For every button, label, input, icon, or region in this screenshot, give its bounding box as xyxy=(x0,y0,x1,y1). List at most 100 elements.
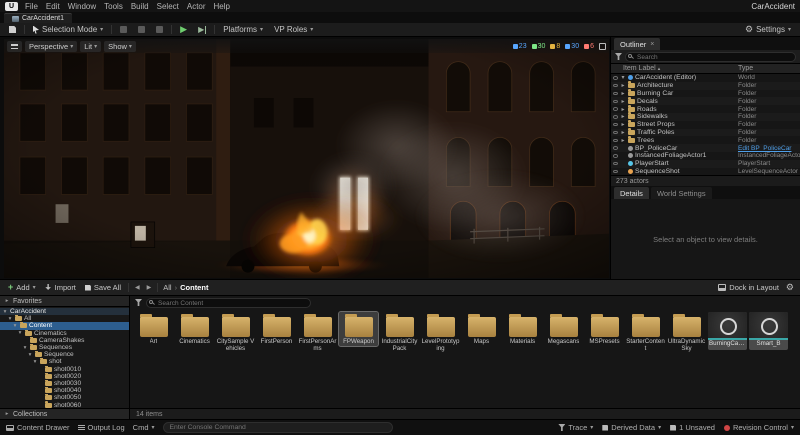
menu-item-edit[interactable]: Edit xyxy=(44,2,62,11)
folder-industrialcitypack[interactable]: IndustrialCityPack xyxy=(380,312,419,353)
folder-materials[interactable]: Materials xyxy=(503,312,542,346)
tree-item-shot0030[interactable]: shot0030 xyxy=(0,380,129,387)
content-drawer-button[interactable]: Content Drawer xyxy=(6,423,70,432)
viewport-options-button[interactable] xyxy=(7,41,22,52)
visibility-eye-icon[interactable] xyxy=(613,115,618,119)
visibility-eye-icon[interactable] xyxy=(613,146,618,150)
dock-in-layout-button[interactable]: Dock in Layout xyxy=(716,283,781,292)
visibility-eye-icon[interactable] xyxy=(613,131,618,135)
edit-blueprint-link[interactable]: Edit BP_PoliceCar xyxy=(738,145,800,152)
folder-levelprototyping[interactable]: LevelPrototyping xyxy=(421,312,460,353)
folder-maps[interactable]: Maps xyxy=(462,312,501,346)
folder-firstperson[interactable]: FirstPerson xyxy=(257,312,296,346)
outliner-row[interactable]: ▸TreesFolder xyxy=(611,136,800,144)
visibility-eye-icon[interactable] xyxy=(613,139,618,143)
outliner-row[interactable]: ▾CarAccident (Editor)World xyxy=(611,74,800,82)
outliner-row[interactable]: ▸SidewalksFolder xyxy=(611,113,800,121)
tree-item-shot0040[interactable]: shot0040 xyxy=(0,387,129,394)
tab-outliner[interactable]: Outliner × xyxy=(614,38,660,50)
visibility-eye-icon[interactable] xyxy=(613,162,618,166)
vp-roles-dropdown[interactable]: VP Roles ▾ xyxy=(271,24,316,35)
tab-level-caraccident1[interactable]: CarAccident1 xyxy=(4,13,72,23)
settings-dropdown[interactable]: ⚙ Settings ▾ xyxy=(742,24,794,35)
folder-firstpersonarms[interactable]: FirstPersonArms xyxy=(298,312,337,353)
cmd-dropdown[interactable]: Cmd▾ xyxy=(133,423,155,432)
tree-item-camerashakes[interactable]: CameraShakes xyxy=(0,337,129,344)
close-icon[interactable]: × xyxy=(650,41,654,48)
menu-item-file[interactable]: File xyxy=(23,2,40,11)
level-viewport[interactable]: Perspective▾ Lit▾ Show▾ 23308306 xyxy=(4,39,609,278)
favorites-section[interactable]: ▸Favorites xyxy=(0,296,129,307)
outliner-row[interactable]: ▸Traffic PolesFolder xyxy=(611,129,800,137)
outliner-row[interactable]: InstancedFoliageActor1InstancedFoliageAc… xyxy=(611,152,800,160)
skip-button[interactable]: ▶ xyxy=(195,24,209,35)
tree-item-shot0050[interactable]: shot0050 xyxy=(0,394,129,401)
tab-details[interactable]: Details xyxy=(614,187,649,199)
derived-data-dropdown[interactable]: Derived Data▾ xyxy=(602,423,661,432)
platforms-dropdown[interactable]: Platforms ▾ xyxy=(220,24,266,35)
folder-startercontent[interactable]: StarterContent xyxy=(626,312,665,353)
asset-smart-b[interactable]: Smart_B xyxy=(749,312,788,350)
tree-item-sequence[interactable]: ▾Sequence xyxy=(0,351,129,358)
unsaved-indicator[interactable]: 1 Unsaved xyxy=(670,423,715,432)
save-all-button[interactable]: Save All xyxy=(83,283,123,292)
folder-fpweapon[interactable]: FPWeapon xyxy=(339,312,378,346)
outliner-row[interactable]: PlayerStartPlayerStart xyxy=(611,160,800,168)
menu-item-actor[interactable]: Actor xyxy=(185,2,208,11)
perspective-dropdown[interactable]: Perspective▾ xyxy=(25,41,77,52)
menu-item-help[interactable]: Help xyxy=(212,2,232,11)
visibility-eye-icon[interactable] xyxy=(613,107,618,111)
selection-mode-dropdown[interactable]: Selection Mode ▾ xyxy=(30,24,106,35)
show-dropdown[interactable]: Show▾ xyxy=(104,41,136,52)
save-button[interactable] xyxy=(6,24,19,35)
trace-dropdown[interactable]: Trace▾ xyxy=(558,423,593,432)
back-button[interactable]: ◀ xyxy=(134,284,141,291)
outliner-search-input[interactable] xyxy=(625,52,796,62)
visibility-eye-icon[interactable] xyxy=(613,154,618,158)
folder-ultradynamicsky[interactable]: UltraDynamicSky xyxy=(667,312,706,353)
outliner-row[interactable]: ▸Burning CarFolder xyxy=(611,90,800,98)
revision-control-dropdown[interactable]: Revision Control▾ xyxy=(724,423,794,432)
quick-add-button[interactable] xyxy=(117,24,130,35)
visibility-eye-icon[interactable] xyxy=(613,92,618,96)
tab-world-settings[interactable]: World Settings xyxy=(651,187,712,199)
folder-art[interactable]: Art xyxy=(134,312,173,346)
play-button[interactable]: ▶ xyxy=(177,24,190,35)
visibility-eye-icon[interactable] xyxy=(613,123,618,127)
menu-item-tools[interactable]: Tools xyxy=(102,2,125,11)
unreal-logo-icon[interactable]: U xyxy=(5,2,18,11)
visibility-eye-icon[interactable] xyxy=(613,170,618,174)
outliner-column-header[interactable]: Item Label▴ Type xyxy=(611,63,800,74)
import-button[interactable]: Import xyxy=(43,283,78,292)
visibility-eye-icon[interactable] xyxy=(613,84,618,88)
tree-item-content[interactable]: ▾Content xyxy=(0,322,129,329)
menu-item-window[interactable]: Window xyxy=(66,2,98,11)
forward-button[interactable]: ▶ xyxy=(146,284,153,291)
maximize-viewport-icon[interactable] xyxy=(599,43,606,50)
tree-item-sequences[interactable]: ▾Sequences xyxy=(0,344,129,351)
outliner-row[interactable]: BP_PoliceCarEdit BP_PoliceCar xyxy=(611,144,800,152)
folder-mspresets[interactable]: MSPresets xyxy=(585,312,624,346)
outliner-row[interactable]: ▸DecalsFolder xyxy=(611,97,800,105)
cinematics-button[interactable] xyxy=(153,24,166,35)
menu-item-select[interactable]: Select xyxy=(155,2,181,11)
outliner-row[interactable]: SequenceShotLevelSequenceActor xyxy=(611,168,800,176)
tree-item-cinematics[interactable]: ▾Cinematics xyxy=(0,330,129,337)
outliner-row[interactable]: ▸ArchitectureFolder xyxy=(611,82,800,90)
add-button[interactable]: +Add▾ xyxy=(6,283,38,292)
view-mode-dropdown[interactable]: Lit▾ xyxy=(80,41,101,52)
viewport-scene[interactable] xyxy=(4,39,609,278)
tree-item-shot[interactable]: ▾shot xyxy=(0,358,129,365)
content-settings-icon[interactable]: ⚙ xyxy=(786,283,794,292)
filter-icon[interactable] xyxy=(135,299,142,306)
visibility-eye-icon[interactable] xyxy=(613,76,618,80)
menu-item-build[interactable]: Build xyxy=(129,2,151,11)
output-log-button[interactable]: Output Log xyxy=(78,423,125,432)
content-search-input[interactable] xyxy=(146,298,311,308)
tree-item-all[interactable]: ▾All xyxy=(0,315,129,322)
visibility-eye-icon[interactable] xyxy=(613,100,618,104)
tree-item-shot0010[interactable]: shot0010 xyxy=(0,366,129,373)
breadcrumb-all[interactable]: All xyxy=(163,283,171,292)
folder-cinematics[interactable]: Cinematics xyxy=(175,312,214,346)
collections-section[interactable]: ▸Collections xyxy=(0,408,129,419)
